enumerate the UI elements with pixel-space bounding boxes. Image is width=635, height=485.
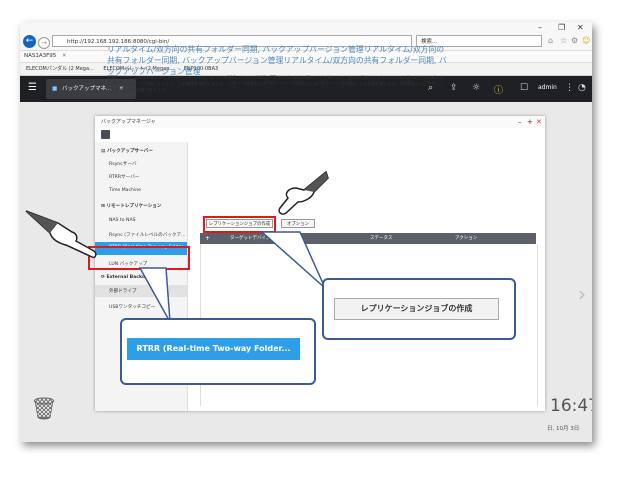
callout-rtrr-label: RTRR (Real-time Two-way Folder... xyxy=(127,338,300,360)
callout-pointer-rtrr xyxy=(138,267,171,323)
callout-pointer-create-job xyxy=(260,231,326,289)
pointing-hand-icon xyxy=(25,210,97,259)
pointing-hand-icon xyxy=(278,170,329,215)
callout-create-job-label: レプリケーションジョブの作成 xyxy=(334,298,499,320)
